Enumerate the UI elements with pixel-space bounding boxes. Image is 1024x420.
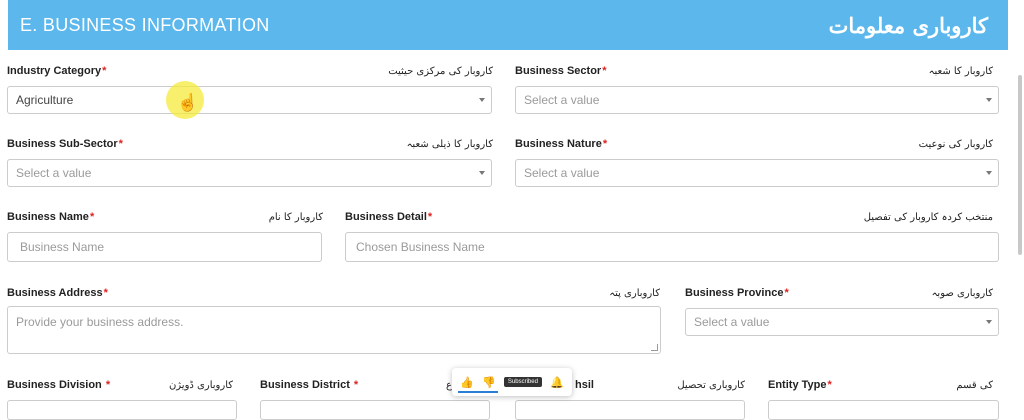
- business-nature-select[interactable]: Select a value: [515, 159, 999, 187]
- business-nature-label: Business Nature*: [515, 138, 608, 150]
- entity-type-label: Entity Type*: [768, 379, 832, 391]
- business-district-select[interactable]: [260, 400, 490, 420]
- business-province-select[interactable]: Select a value: [685, 308, 999, 336]
- industry-category-urdu-label: کاروبار کی مرکزی حیثیت: [388, 66, 493, 77]
- thumbs-up-icon[interactable]: 👍: [460, 376, 474, 389]
- business-province-placeholder: Select a value: [694, 315, 770, 329]
- business-tehsil-select[interactable]: [515, 400, 745, 420]
- business-name-input[interactable]: Business Name: [7, 232, 322, 262]
- business-sub-sector-label: Business Sub-Sector*: [7, 138, 123, 150]
- resize-handle-icon[interactable]: [651, 344, 658, 351]
- business-tehsil-label: hsil: [575, 379, 594, 391]
- business-division-urdu-label: کاروباری ڈویژن: [168, 380, 233, 391]
- business-sector-urdu-label: کاروبار کا شعبہ: [928, 66, 993, 77]
- thumbs-down-icon[interactable]: 👎: [482, 376, 496, 389]
- section-title-urdu: کاروباری معلومات: [828, 12, 988, 38]
- business-province-urdu-label: کاروباری صوبہ: [931, 288, 993, 299]
- entity-type-urdu-label: کی قسم: [956, 380, 993, 391]
- business-address-textarea[interactable]: Provide your business address.: [7, 306, 661, 354]
- chevron-down-icon: [986, 320, 992, 324]
- business-sub-sector-placeholder: Select a value: [16, 166, 92, 180]
- chevron-down-icon: [986, 171, 992, 175]
- business-division-select[interactable]: [7, 400, 237, 420]
- chevron-down-icon: [986, 98, 992, 102]
- business-sector-select[interactable]: Select a value: [515, 86, 999, 114]
- business-detail-input[interactable]: Chosen Business Name: [345, 232, 999, 262]
- subscribed-badge[interactable]: Subscribed: [503, 377, 542, 387]
- bell-icon[interactable]: 🔔: [550, 376, 564, 389]
- business-sub-sector-select[interactable]: Select a value: [7, 159, 492, 187]
- business-province-label: Business Province*: [685, 287, 789, 299]
- business-sub-sector-urdu-label: کاروبار کا ذیلی شعبہ: [406, 139, 493, 150]
- industry-category-label: Industry Category*: [7, 65, 107, 77]
- scrollbar-thumb[interactable]: [1018, 75, 1022, 255]
- business-detail-urdu-label: منتخب کردہ کاروبار کی تفصیل: [863, 212, 993, 223]
- industry-category-select[interactable]: Agriculture: [7, 86, 492, 114]
- business-sector-label: Business Sector*: [515, 65, 607, 77]
- business-tehsil-urdu-label: کاروباری تحصیل: [677, 380, 745, 391]
- industry-category-value: Agriculture: [16, 93, 74, 107]
- chevron-down-icon: [479, 171, 485, 175]
- hand-pointer-icon: ☝: [177, 93, 199, 112]
- business-address-urdu-label: کاروباری پتہ: [609, 288, 660, 299]
- business-detail-label: Business Detail*: [345, 211, 433, 223]
- business-nature-urdu-label: کاروبار کی نوعیت: [918, 139, 993, 150]
- business-district-urdu-label: ع: [446, 380, 452, 391]
- like-underline: [458, 391, 498, 393]
- business-address-placeholder: Provide your business address.: [16, 315, 184, 329]
- business-sector-placeholder: Select a value: [524, 93, 600, 107]
- entity-type-select[interactable]: [768, 400, 999, 420]
- business-name-label: Business Name*: [7, 211, 95, 223]
- business-district-label: Business District *: [260, 379, 359, 391]
- business-division-label: Business Division *: [7, 379, 111, 391]
- chevron-down-icon: [479, 98, 485, 102]
- business-nature-placeholder: Select a value: [524, 166, 600, 180]
- section-title: E. BUSINESS INFORMATION: [20, 14, 270, 35]
- business-address-label: Business Address*: [7, 287, 108, 299]
- section-header: E. BUSINESS INFORMATION کاروباری معلومات: [8, 0, 1008, 50]
- business-name-urdu-label: کاروبار کا نام: [268, 212, 323, 223]
- video-overlay-bar: 👍 👎 Subscribed 🔔: [452, 368, 572, 396]
